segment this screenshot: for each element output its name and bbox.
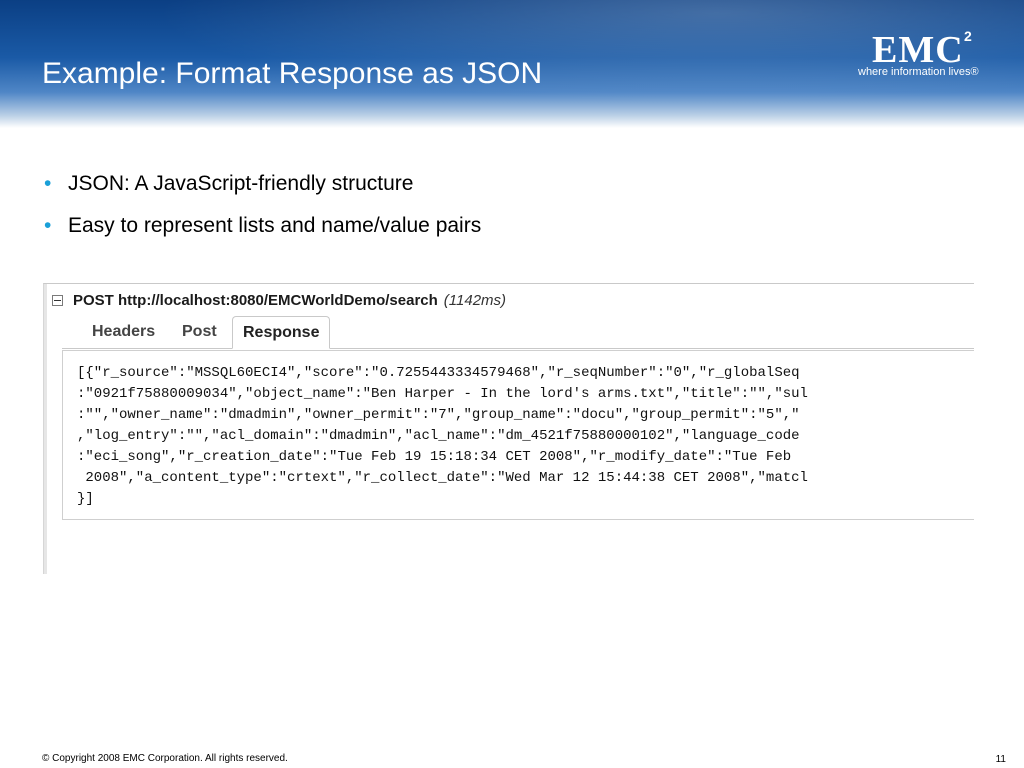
bullet-item: • JSON: A JavaScript-friendly structure (44, 170, 481, 198)
response-tabs: Headers Post Response (62, 316, 974, 349)
request-method-url: POST http://localhost:8080/EMCWorldDemo/… (73, 291, 438, 309)
collapse-minus-icon[interactable] (52, 294, 63, 306)
response-line: [{"r_source":"MSSQL60ECI4","score":"0.72… (77, 365, 800, 381)
bullet-dot-icon: • (44, 214, 52, 237)
tab-response[interactable]: Response (232, 316, 331, 349)
request-duration: (1142ms) (443, 291, 507, 309)
emc-logo: EMC 2 where information lives® (856, 28, 996, 86)
bullet-text: JSON: A JavaScript-friendly structure (68, 172, 414, 195)
tab-post[interactable]: Post (172, 316, 227, 347)
network-request-panel: POST http://localhost:8080/EMCWorldDemo/… (43, 283, 974, 574)
logo-wordmark: EMC (872, 29, 964, 71)
slide-number: 11 (995, 754, 1006, 765)
slide-title: Example: Format Response as JSON (42, 57, 543, 90)
logo-superscript: 2 (964, 28, 972, 44)
bullet-item: • Easy to represent lists and name/value… (44, 212, 481, 240)
response-body: [{"r_source":"MSSQL60ECI4","score":"0.72… (62, 350, 974, 520)
response-line: :"0921f75880009034","object_name":"Ben H… (77, 386, 808, 402)
bullet-list: • JSON: A JavaScript-friendly structure … (44, 170, 481, 254)
logo-tagline: where information lives® (858, 66, 979, 78)
bullet-text: Easy to represent lists and name/value p… (68, 214, 482, 237)
response-json-text: [{"r_source":"MSSQL60ECI4","score":"0.72… (77, 363, 973, 510)
tab-headers[interactable]: Headers (82, 316, 165, 347)
response-line: 2008","a_content_type":"crtext","r_colle… (77, 470, 808, 486)
request-row[interactable]: POST http://localhost:8080/EMCWorldDemo/… (52, 290, 506, 310)
response-line: ,"log_entry":"","acl_domain":"dmadmin","… (77, 428, 800, 444)
response-line: :"eci_song","r_creation_date":"Tue Feb 1… (77, 449, 792, 465)
response-line: :"","owner_name":"dmadmin","owner_permit… (77, 407, 800, 423)
response-line: }] (77, 491, 94, 507)
bullet-dot-icon: • (44, 172, 52, 195)
copyright-footer: © Copyright 2008 EMC Corporation. All ri… (42, 753, 288, 764)
panel-edge (44, 284, 47, 574)
